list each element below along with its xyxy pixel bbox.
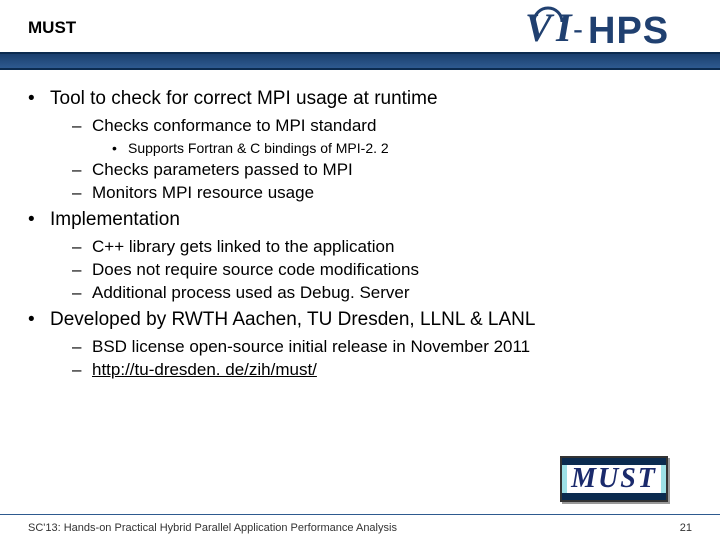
bullet-text: Implementation xyxy=(50,209,180,230)
bullet-text: Developed by RWTH Aachen, TU Dresden, LL… xyxy=(50,309,535,330)
slide-title: MUST xyxy=(28,18,76,38)
slide-header: MUST V I - HPS xyxy=(0,0,720,64)
slide-body: •Tool to check for correct MPI usage at … xyxy=(0,64,720,380)
bullet-text: Additional process used as Debug. Server xyxy=(92,283,410,302)
header-divider-bar xyxy=(0,52,720,70)
bullet-l2: –Checks parameters passed to MPI xyxy=(72,160,692,180)
bullet-l2: –Monitors MPI resource usage xyxy=(72,183,692,203)
bullet-l1: •Implementation –C++ library gets linked… xyxy=(28,209,692,303)
svg-text:-: - xyxy=(573,13,583,46)
vihps-logo: V I - HPS xyxy=(470,2,710,54)
bullet-text: C++ library gets linked to the applicati… xyxy=(92,237,394,256)
bullet-l2: –C++ library gets linked to the applicat… xyxy=(72,237,692,257)
bullet-text: Checks parameters passed to MPI xyxy=(92,160,353,179)
must-logo-text: MUST xyxy=(567,463,661,495)
bullet-text: Monitors MPI resource usage xyxy=(92,183,314,202)
bullet-l3: •Supports Fortran & C bindings of MPI-2.… xyxy=(112,140,692,156)
bullet-l2: –Additional process used as Debug. Serve… xyxy=(72,283,692,303)
bullet-l2: –Checks conformance to MPI standard •Sup… xyxy=(72,116,692,156)
bullet-text: Supports Fortran & C bindings of MPI-2. … xyxy=(128,140,389,156)
bullet-text: Checks conformance to MPI standard xyxy=(92,116,376,135)
svg-text:HPS: HPS xyxy=(588,10,669,52)
bullet-l2: –BSD license open-source initial release… xyxy=(72,337,692,357)
bullet-l1: •Tool to check for correct MPI usage at … xyxy=(28,88,692,203)
bullet-l2: –Does not require source code modificati… xyxy=(72,260,692,280)
bullet-text: BSD license open-source initial release … xyxy=(92,337,530,356)
bullet-l1: •Developed by RWTH Aachen, TU Dresden, L… xyxy=(28,309,692,380)
page-number: 21 xyxy=(680,522,692,534)
bullet-text: Tool to check for correct MPI usage at r… xyxy=(50,88,438,109)
must-logo: MUST xyxy=(560,456,668,502)
bullet-l2: –http://tu-dresden. de/zih/must/ xyxy=(72,360,692,380)
slide-footer: SC'13: Hands-on Practical Hybrid Paralle… xyxy=(0,514,720,540)
footer-text: SC'13: Hands-on Practical Hybrid Paralle… xyxy=(28,522,397,534)
must-link[interactable]: http://tu-dresden. de/zih/must/ xyxy=(92,360,317,379)
bullet-text: Does not require source code modificatio… xyxy=(92,260,419,279)
